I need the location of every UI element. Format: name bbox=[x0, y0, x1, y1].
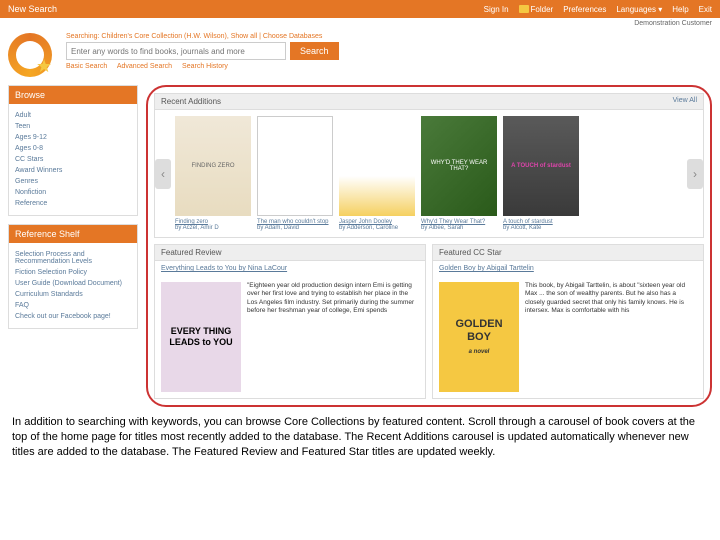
refshelf-item-5[interactable]: Check out our Facebook page! bbox=[15, 311, 131, 322]
book-item[interactable]: WHY'D THEY WEAR THAT?Why'd They Wear Tha… bbox=[421, 116, 497, 231]
refshelf-item-1[interactable]: Fiction Selection Policy bbox=[15, 267, 131, 278]
help-link[interactable]: Help bbox=[672, 5, 688, 14]
browse-panel-head: Browse bbox=[9, 86, 137, 104]
search-history-link[interactable]: Search History bbox=[182, 63, 228, 70]
book-author[interactable]: by Adam, David bbox=[257, 225, 333, 231]
star-icon: ★ bbox=[36, 56, 52, 77]
refshelf-item-0[interactable]: Selection Process and Recommendation Lev… bbox=[15, 249, 131, 267]
exit-link[interactable]: Exit bbox=[699, 5, 712, 14]
book-author[interactable]: by Aczel, Amir D bbox=[175, 225, 251, 231]
featured-star-head: Featured CC Star bbox=[439, 248, 502, 257]
book-cover[interactable] bbox=[257, 116, 333, 216]
carousel-prev-button[interactable]: ‹ bbox=[155, 159, 171, 189]
book-cover[interactable]: FINDING ZERO bbox=[175, 116, 251, 216]
book-author[interactable]: by Adderson, Caroline bbox=[339, 225, 415, 231]
folder-icon bbox=[519, 5, 529, 13]
book-item[interactable]: The man who couldn't stopby Adam, David bbox=[257, 116, 333, 231]
languages-link[interactable]: Languages ▾ bbox=[616, 5, 662, 14]
sign-in-link[interactable]: Sign In bbox=[484, 5, 509, 14]
browse-item-2[interactable]: Ages 9-12 bbox=[15, 132, 131, 143]
browse-item-8[interactable]: Reference bbox=[15, 198, 131, 209]
featured-review-title[interactable]: Everything Leads to You by Nina LaCour bbox=[155, 261, 425, 276]
browse-item-0[interactable]: Adult bbox=[15, 110, 131, 121]
featured-content-region: Recent Additions View All ‹ FINDING ZERO… bbox=[146, 85, 712, 407]
featured-review-head: Featured Review bbox=[161, 248, 221, 257]
book-cover[interactable]: WHY'D THEY WEAR THAT? bbox=[421, 116, 497, 216]
featured-review-text: "Eighteen year old production design int… bbox=[247, 282, 419, 392]
book-cover[interactable]: A TOUCH of stardust bbox=[503, 116, 579, 216]
book-author[interactable]: by Albee, Sarah bbox=[421, 225, 497, 231]
logo[interactable]: ★ bbox=[8, 33, 56, 81]
demo-customer-label: Demonstration Customer bbox=[0, 18, 720, 29]
view-all-link[interactable]: View All bbox=[673, 97, 697, 106]
book-cover[interactable] bbox=[339, 116, 415, 216]
search-input[interactable] bbox=[66, 42, 286, 60]
browse-item-1[interactable]: Teen bbox=[15, 121, 131, 132]
new-search-link[interactable]: New Search bbox=[8, 4, 57, 14]
refshelf-item-4[interactable]: FAQ bbox=[15, 300, 131, 311]
refshelf-panel-head: Reference Shelf bbox=[9, 225, 137, 243]
book-author[interactable]: by Alcott, Kate bbox=[503, 225, 579, 231]
featured-star-cover[interactable]: GOLDEN BOYa novel bbox=[439, 282, 519, 392]
featured-review-cover[interactable]: EVERY THING LEADS to YOU bbox=[161, 282, 241, 392]
browse-item-7[interactable]: Nonfiction bbox=[15, 187, 131, 198]
refshelf-item-2[interactable]: User Guide (Download Document) bbox=[15, 278, 131, 289]
advanced-search-link[interactable]: Advanced Search bbox=[117, 63, 172, 70]
recent-additions-head: Recent Additions bbox=[161, 97, 221, 106]
refshelf-item-3[interactable]: Curriculum Standards bbox=[15, 289, 131, 300]
browse-item-6[interactable]: Genres bbox=[15, 176, 131, 187]
search-scope[interactable]: Searching: Children's Core Collection (H… bbox=[66, 33, 712, 40]
browse-item-3[interactable]: Ages 0-8 bbox=[15, 143, 131, 154]
folder-link[interactable]: Folder bbox=[519, 5, 554, 14]
book-item[interactable]: A TOUCH of stardustA touch of stardustby… bbox=[503, 116, 579, 231]
chevron-down-icon: ▾ bbox=[658, 5, 662, 14]
browse-item-4[interactable]: CC Stars bbox=[15, 154, 131, 165]
browse-item-5[interactable]: Award Winners bbox=[15, 165, 131, 176]
featured-star-title[interactable]: Golden Boy by Abigail Tarttelin bbox=[433, 261, 703, 276]
basic-search-link[interactable]: Basic Search bbox=[66, 63, 107, 70]
book-item[interactable]: Jasper John Dooleyby Adderson, Caroline bbox=[339, 116, 415, 231]
book-item[interactable]: FINDING ZEROFinding zeroby Aczel, Amir D bbox=[175, 116, 251, 231]
preferences-link[interactable]: Preferences bbox=[563, 5, 606, 14]
search-button[interactable]: Search bbox=[290, 42, 339, 60]
featured-star-text: This book, by Abigail Tarttelin, is abou… bbox=[525, 282, 697, 392]
carousel-next-button[interactable]: › bbox=[687, 159, 703, 189]
slide-caption: In addition to searching with keywords, … bbox=[0, 407, 720, 468]
